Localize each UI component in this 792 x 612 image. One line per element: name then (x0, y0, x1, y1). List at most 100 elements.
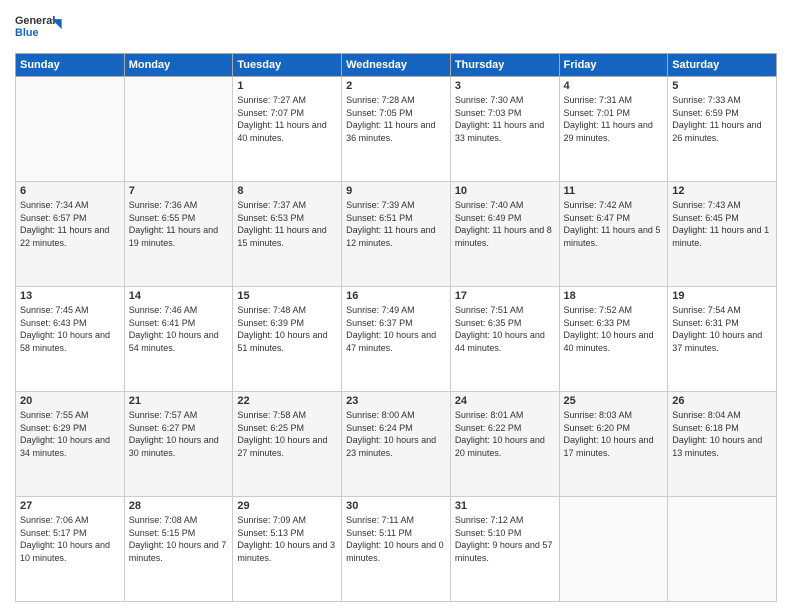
day-cell: 21 Sunrise: 7:57 AMSunset: 6:27 PMDayligh… (124, 392, 233, 497)
day-number: 14 (129, 290, 229, 302)
day-cell: 1 Sunrise: 7:27 AMSunset: 7:07 PMDaylight… (233, 77, 342, 182)
day-cell: 27 Sunrise: 7:06 AMSunset: 5:17 PMDayligh… (16, 497, 125, 602)
day-number: 12 (672, 185, 772, 197)
day-info: Sunrise: 7:37 AMSunset: 6:53 PMDaylight:… (237, 199, 337, 249)
day-info: Sunrise: 7:30 AMSunset: 7:03 PMDaylight:… (455, 94, 555, 144)
day-cell: 8 Sunrise: 7:37 AMSunset: 6:53 PMDaylight… (233, 182, 342, 287)
day-number: 25 (564, 395, 664, 407)
day-cell: 23 Sunrise: 8:00 AMSunset: 6:24 PMDayligh… (342, 392, 451, 497)
day-cell: 25 Sunrise: 8:03 AMSunset: 6:20 PMDayligh… (559, 392, 668, 497)
day-info: Sunrise: 8:04 AMSunset: 6:18 PMDaylight:… (672, 409, 772, 459)
day-cell: 22 Sunrise: 7:58 AMSunset: 6:25 PMDayligh… (233, 392, 342, 497)
header: General Blue (15, 10, 777, 45)
day-info: Sunrise: 7:31 AMSunset: 7:01 PMDaylight:… (564, 94, 664, 144)
day-number: 30 (346, 500, 446, 512)
day-info: Sunrise: 7:09 AMSunset: 5:13 PMDaylight:… (237, 514, 337, 564)
week-row-2: 6 Sunrise: 7:34 AMSunset: 6:57 PMDaylight… (16, 182, 777, 287)
day-cell: 10Sunrise: 7:40 AMSunset: 6:49 PMDayligh… (450, 182, 559, 287)
day-number: 9 (346, 185, 446, 197)
day-number: 1 (237, 80, 337, 92)
week-row-4: 20Sunrise: 7:55 AMSunset: 6:29 PMDayligh… (16, 392, 777, 497)
day-info: Sunrise: 7:49 AMSunset: 6:37 PMDaylight:… (346, 304, 446, 354)
day-cell: 3 Sunrise: 7:30 AMSunset: 7:03 PMDaylight… (450, 77, 559, 182)
day-cell: 30 Sunrise: 7:11 AMSunset: 5:11 PMDayligh… (342, 497, 451, 602)
day-info: Sunrise: 7:42 AMSunset: 6:47 PMDaylight:… (564, 199, 664, 249)
day-cell: 6 Sunrise: 7:34 AMSunset: 6:57 PMDaylight… (16, 182, 125, 287)
day-info: Sunrise: 8:00 AMSunset: 6:24 PMDaylight:… (346, 409, 446, 459)
day-cell (124, 77, 233, 182)
day-number: 24 (455, 395, 555, 407)
day-cell (668, 497, 777, 602)
day-cell: 17 Sunrise: 7:51 AMSunset: 6:35 PMDayligh… (450, 287, 559, 392)
day-number: 13 (20, 290, 120, 302)
weekday-header-tuesday: Tuesday (233, 54, 342, 77)
logo-icon: General Blue (15, 10, 65, 45)
day-info: Sunrise: 8:03 AMSunset: 6:20 PMDaylight:… (564, 409, 664, 459)
day-number: 4 (564, 80, 664, 92)
day-cell: 26Sunrise: 8:04 AMSunset: 6:18 PMDayligh… (668, 392, 777, 497)
day-cell: 18Sunrise: 7:52 AMSunset: 6:33 PMDayligh… (559, 287, 668, 392)
day-number: 16 (346, 290, 446, 302)
day-cell: 14Sunrise: 7:46 AMSunset: 6:41 PMDayligh… (124, 287, 233, 392)
day-info: Sunrise: 7:39 AMSunset: 6:51 PMDaylight:… (346, 199, 446, 249)
day-number: 28 (129, 500, 229, 512)
weekday-header-saturday: Saturday (668, 54, 777, 77)
week-row-3: 13Sunrise: 7:45 AMSunset: 6:43 PMDayligh… (16, 287, 777, 392)
day-number: 3 (455, 80, 555, 92)
weekday-header-wednesday: Wednesday (342, 54, 451, 77)
weekday-header-thursday: Thursday (450, 54, 559, 77)
page: General Blue SundayMondayTuesdayWednesda… (0, 0, 792, 612)
day-cell: 28 Sunrise: 7:08 AMSunset: 5:15 PMDayligh… (124, 497, 233, 602)
day-info: Sunrise: 7:34 AMSunset: 6:57 PMDaylight:… (20, 199, 120, 249)
day-number: 19 (672, 290, 772, 302)
day-cell (16, 77, 125, 182)
day-info: Sunrise: 7:43 AMSunset: 6:45 PMDaylight:… (672, 199, 772, 249)
day-info: Sunrise: 7:11 AMSunset: 5:11 PMDaylight:… (346, 514, 446, 564)
day-cell: 4 Sunrise: 7:31 AMSunset: 7:01 PMDaylight… (559, 77, 668, 182)
day-info: Sunrise: 7:28 AMSunset: 7:05 PMDaylight:… (346, 94, 446, 144)
day-number: 7 (129, 185, 229, 197)
week-row-5: 27 Sunrise: 7:06 AMSunset: 5:17 PMDayligh… (16, 497, 777, 602)
day-number: 29 (237, 500, 337, 512)
day-number: 6 (20, 185, 120, 197)
day-info: Sunrise: 7:27 AMSunset: 7:07 PMDaylight:… (237, 94, 337, 144)
day-number: 2 (346, 80, 446, 92)
day-cell: 7Sunrise: 7:36 AMSunset: 6:55 PMDaylight… (124, 182, 233, 287)
day-info: Sunrise: 7:08 AMSunset: 5:15 PMDaylight:… (129, 514, 229, 564)
day-number: 23 (346, 395, 446, 407)
weekday-header-friday: Friday (559, 54, 668, 77)
day-cell: 13Sunrise: 7:45 AMSunset: 6:43 PMDayligh… (16, 287, 125, 392)
day-cell: 20Sunrise: 7:55 AMSunset: 6:29 PMDayligh… (16, 392, 125, 497)
day-info: Sunrise: 7:33 AMSunset: 6:59 PMDaylight:… (672, 94, 772, 144)
day-number: 20 (20, 395, 120, 407)
day-number: 11 (564, 185, 664, 197)
day-info: Sunrise: 7:58 AMSunset: 6:25 PMDaylight:… (237, 409, 337, 459)
day-info: Sunrise: 7:12 AMSunset: 5:10 PMDaylight:… (455, 514, 555, 564)
day-info: Sunrise: 7:57 AMSunset: 6:27 PMDaylight:… (129, 409, 229, 459)
weekday-header-monday: Monday (124, 54, 233, 77)
day-cell: 31Sunrise: 7:12 AMSunset: 5:10 PMDayligh… (450, 497, 559, 602)
day-number: 17 (455, 290, 555, 302)
day-info: Sunrise: 7:06 AMSunset: 5:17 PMDaylight:… (20, 514, 120, 564)
day-number: 15 (237, 290, 337, 302)
day-number: 8 (237, 185, 337, 197)
svg-text:General: General (15, 15, 55, 27)
day-cell: 15 Sunrise: 7:48 AMSunset: 6:39 PMDayligh… (233, 287, 342, 392)
day-cell: 24Sunrise: 8:01 AMSunset: 6:22 PMDayligh… (450, 392, 559, 497)
day-number: 22 (237, 395, 337, 407)
day-info: Sunrise: 7:51 AMSunset: 6:35 PMDaylight:… (455, 304, 555, 354)
day-cell: 11 Sunrise: 7:42 AMSunset: 6:47 PMDayligh… (559, 182, 668, 287)
day-info: Sunrise: 7:54 AMSunset: 6:31 PMDaylight:… (672, 304, 772, 354)
day-cell: 9 Sunrise: 7:39 AMSunset: 6:51 PMDaylight… (342, 182, 451, 287)
day-info: Sunrise: 7:48 AMSunset: 6:39 PMDaylight:… (237, 304, 337, 354)
day-cell (559, 497, 668, 602)
day-cell: 19 Sunrise: 7:54 AMSunset: 6:31 PMDayligh… (668, 287, 777, 392)
svg-text:Blue: Blue (15, 27, 38, 39)
day-number: 5 (672, 80, 772, 92)
day-cell: 5 Sunrise: 7:33 AMSunset: 6:59 PMDaylight… (668, 77, 777, 182)
day-number: 21 (129, 395, 229, 407)
weekday-header-sunday: Sunday (16, 54, 125, 77)
day-number: 10 (455, 185, 555, 197)
day-info: Sunrise: 7:52 AMSunset: 6:33 PMDaylight:… (564, 304, 664, 354)
day-number: 27 (20, 500, 120, 512)
